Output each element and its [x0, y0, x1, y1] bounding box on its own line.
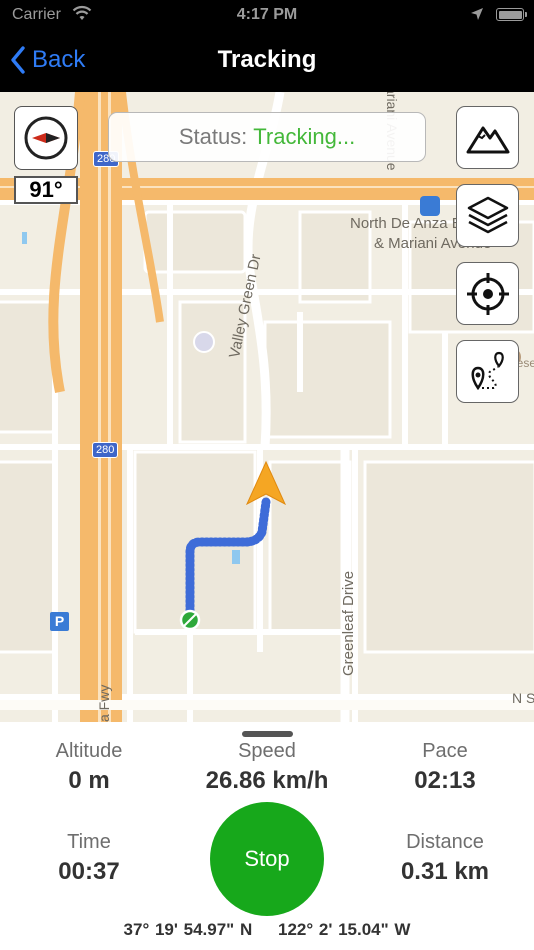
layers-icon: [467, 196, 508, 233]
altitude-value: 0 m: [68, 767, 110, 794]
coordinates: 37° 19' 54.97" N 122° 2' 15.04" W: [0, 920, 534, 940]
crosshair-icon: [466, 272, 509, 315]
map-label-ns: N S: [512, 690, 534, 706]
battery-icon: [496, 8, 527, 21]
distance-stat: Distance 0.31 km: [376, 831, 514, 886]
heading-readout: 91°: [14, 176, 78, 204]
time-label: Time: [67, 831, 111, 853]
map-canvas: [0, 92, 534, 722]
altitude-stat: Altitude 0 m: [30, 740, 148, 795]
compass-icon: [24, 116, 68, 160]
pace-value: 02:13: [414, 767, 476, 794]
status-value: Tracking...: [253, 124, 356, 149]
distance-value: 0.31 km: [400, 858, 490, 885]
location-arrow-icon: [470, 7, 484, 26]
longitude: 122° 2' 15.04" W: [277, 920, 411, 939]
stop-button[interactable]: Stop: [210, 802, 324, 916]
terrain-button[interactable]: [456, 106, 519, 169]
time-stat: Time 00:37: [30, 831, 148, 886]
clock: 4:17 PM: [236, 6, 298, 23]
distance-label: Distance: [406, 831, 484, 853]
drag-handle[interactable]: [242, 731, 293, 737]
top-bar: Carrier 4:17 PM Back Tracking: [0, 0, 534, 92]
map-label-stop-1: North De Anza Bo: [350, 215, 471, 232]
stats-panel: Altitude 0 m Speed 26.86 km/h Pace 02:13…: [0, 722, 534, 950]
compass-button[interactable]: [14, 106, 78, 170]
pace-stat: Pace 02:13: [386, 740, 504, 795]
time-value: 00:37: [58, 858, 120, 885]
status-label: Status:: [178, 124, 248, 149]
speed-stat: Speed 26.86 km/h: [180, 740, 354, 795]
speed-label: Speed: [238, 740, 296, 762]
map-view[interactable]: ariani Avenue North De Anza Bo & Mariani…: [0, 92, 534, 722]
mountain-icon: [466, 126, 509, 153]
route-pin-icon: [471, 351, 504, 390]
map-label-greenleaf: Greenleaf Drive: [340, 570, 357, 676]
parking-icon: P: [50, 612, 69, 631]
page-title: Tracking: [217, 46, 317, 73]
status-bar: Carrier 4:17 PM: [0, 0, 534, 30]
speed-value: 26.86 km/h: [205, 767, 329, 794]
layers-button[interactable]: [456, 184, 519, 247]
altitude-label: Altitude: [55, 740, 123, 762]
status-box: Status: Tracking...: [108, 112, 426, 162]
pace-label: Pace: [422, 740, 468, 762]
route-button[interactable]: [456, 340, 519, 403]
shield-280-bottom: 280: [92, 442, 119, 458]
locate-button[interactable]: [456, 262, 519, 325]
map-label-fwy: a Fwy: [96, 684, 112, 722]
latitude: 37° 19' 54.97" N: [123, 920, 253, 939]
